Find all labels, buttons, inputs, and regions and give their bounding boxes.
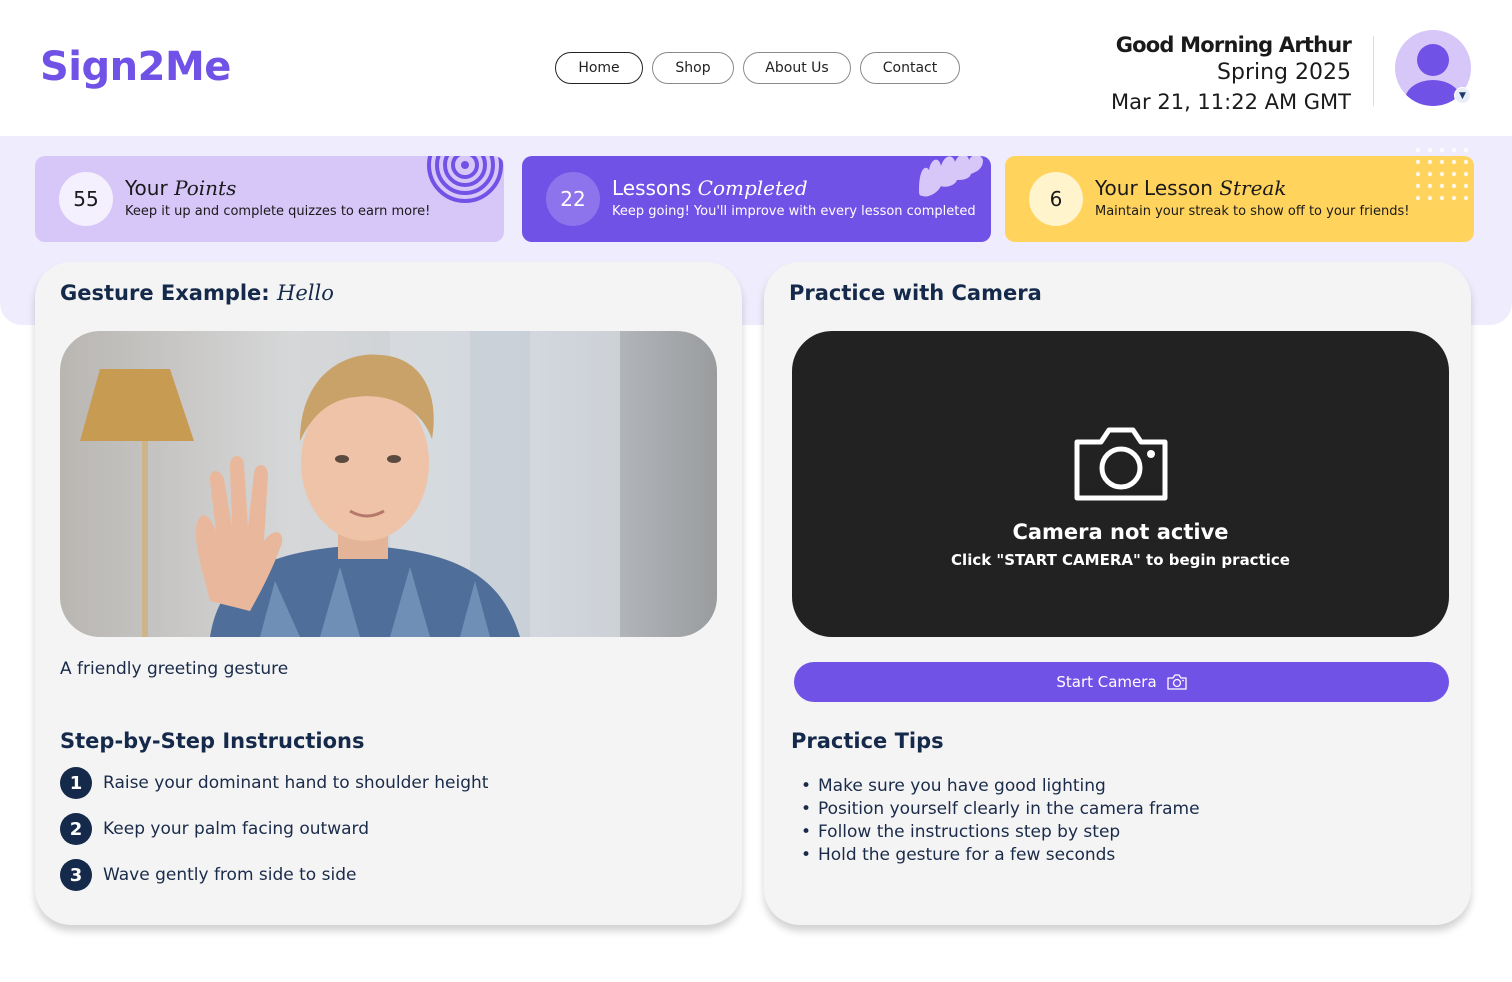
tip-item: Make sure you have good lighting xyxy=(801,775,1200,798)
instruction-steps: 1 Raise your dominant hand to shoulder h… xyxy=(60,767,488,905)
step-item: 1 Raise your dominant hand to shoulder h… xyxy=(60,767,488,799)
points-badge: 55 xyxy=(59,172,113,226)
step-number: 1 xyxy=(60,767,92,799)
nav-about-button[interactable]: About Us xyxy=(743,52,851,84)
tips-list: Make sure you have good lighting Positio… xyxy=(801,775,1200,867)
camera-preview: Camera not active Click "START CAMERA" t… xyxy=(792,331,1449,637)
header-divider xyxy=(1373,36,1374,106)
start-camera-label: Start Camera xyxy=(1056,673,1157,691)
camera-icon xyxy=(1166,674,1187,690)
streak-badge: 6 xyxy=(1029,172,1083,226)
camera-hint: Click "START CAMERA" to begin practice xyxy=(951,551,1290,569)
lessons-card: 22 Lessons Completed Keep going! You'll … xyxy=(522,156,991,242)
step-text: Raise your dominant hand to shoulder hei… xyxy=(103,773,489,793)
step-text: Wave gently from side to side xyxy=(103,865,357,885)
points-card: 55 Your Points Keep it up and complete q… xyxy=(35,156,504,242)
practice-title: Practice with Camera xyxy=(789,281,1042,305)
gesture-video-frame xyxy=(80,331,620,637)
lessons-title: Lessons Completed xyxy=(612,176,808,200)
step-number: 3 xyxy=(60,859,92,891)
gesture-video[interactable] xyxy=(60,331,717,637)
tip-item: Follow the instructions step by step xyxy=(801,821,1200,844)
header: Sign2Me Home Shop About Us Contact Good … xyxy=(0,0,1512,136)
camera-icon xyxy=(1074,427,1168,501)
practice-panel: Practice with Camera Camera not active C… xyxy=(764,262,1471,925)
main-nav: Home Shop About Us Contact xyxy=(555,52,960,84)
tip-item: Hold the gesture for a few seconds xyxy=(801,844,1200,867)
greeting-name: Good Morning Arthur xyxy=(1115,33,1352,57)
step-item: 2 Keep your palm facing outward xyxy=(60,813,488,845)
streak-card: 6 Your Lesson Streak Maintain your strea… xyxy=(1005,147,1474,242)
nav-shop-button[interactable]: Shop xyxy=(652,52,734,84)
points-title: Your Points xyxy=(125,176,237,200)
dots-decoration-icon xyxy=(1415,147,1469,201)
gesture-title: Gesture Example: Hello xyxy=(60,281,334,305)
chevron-down-icon[interactable]: ▼ xyxy=(1454,87,1471,104)
start-camera-button[interactable]: Start Camera xyxy=(794,662,1449,702)
gesture-panel: Gesture Example: Hello A friendly greeti… xyxy=(35,262,742,925)
step-text: Keep your palm facing outward xyxy=(103,819,370,839)
logo[interactable]: Sign2Me xyxy=(40,44,231,90)
tip-item: Position yourself clearly in the camera … xyxy=(801,798,1200,821)
streak-title: Your Lesson Streak xyxy=(1095,176,1287,200)
semester-label: Spring 2025 xyxy=(1217,60,1351,85)
greeting-block: Good Morning Arthur Spring 2025 Mar 21, … xyxy=(1111,32,1352,116)
streak-subtitle: Maintain your streak to show off to your… xyxy=(1095,204,1410,219)
wave-decoration-icon xyxy=(919,156,983,197)
nav-contact-button[interactable]: Contact xyxy=(860,52,960,84)
gesture-caption: A friendly greeting gesture xyxy=(60,659,289,679)
lessons-badge: 22 xyxy=(546,172,600,226)
tips-title: Practice Tips xyxy=(791,729,944,753)
camera-status: Camera not active xyxy=(1012,520,1229,544)
nav-home-button[interactable]: Home xyxy=(555,52,643,84)
step-item: 3 Wave gently from side to side xyxy=(60,859,488,891)
datetime-label: Mar 21, 11:22 AM GMT xyxy=(1111,90,1351,114)
step-number: 2 xyxy=(60,813,92,845)
points-subtitle: Keep it up and complete quizzes to earn … xyxy=(125,204,431,219)
instructions-title: Step-by-Step Instructions xyxy=(60,729,365,753)
lessons-subtitle: Keep going! You'll improve with every le… xyxy=(612,204,976,219)
rings-decoration-icon xyxy=(427,156,503,203)
